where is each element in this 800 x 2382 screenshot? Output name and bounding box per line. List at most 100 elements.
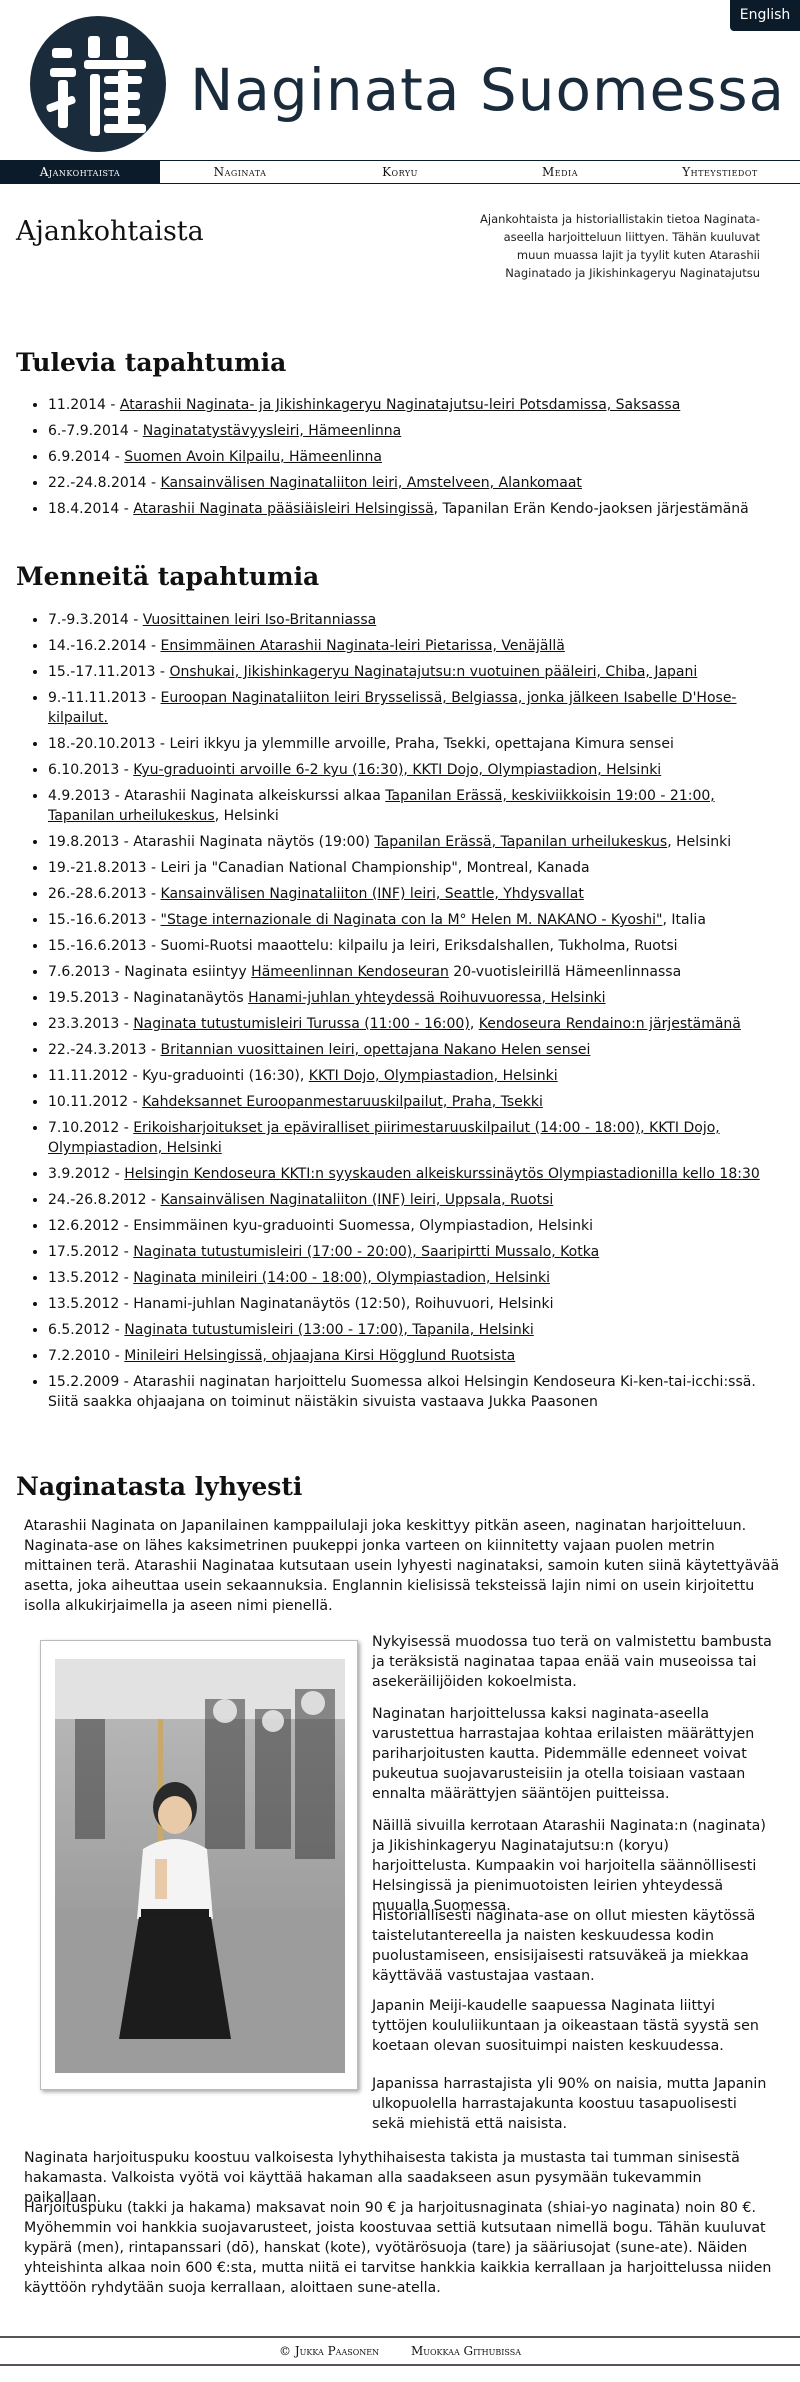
event-link[interactable]: Hanami-juhlan yhteydessä Roihuvuoressa, … — [248, 990, 605, 1006]
event-text: Hanami-juhlan Naginatanäytös (12:50), Ro… — [133, 1296, 554, 1312]
about-paragraph-7: Japanissa harrastajista yli 90% on naisi… — [372, 2076, 767, 2132]
language-button[interactable]: English — [730, 0, 800, 31]
event-link[interactable]: "Stage internazionale di Naginata con la… — [161, 912, 663, 928]
event-date: 12.6.2012 - — [48, 1218, 134, 1234]
event-link-secondary[interactable]: Kendoseura Rendaino:n järjestämänä — [479, 1016, 741, 1032]
event-link[interactable]: Kyu-graduointi arvoille 6-2 kyu (16:30),… — [133, 762, 661, 778]
about-paragraph-5: Historiallisesti naginata-ase on ollut m… — [372, 1908, 756, 1984]
event-date: 6.5.2012 - — [48, 1322, 125, 1338]
event-item: 19.8.2013 - Atarashii Naginata näytös (1… — [48, 832, 778, 852]
event-item: 24.-26.8.2012 - Kansainvälisen Naginatal… — [48, 1190, 778, 1210]
about-heading: Naginatasta lyhyesti — [16, 1472, 303, 1501]
page-title: Ajankohtaista — [16, 216, 204, 247]
event-link[interactable]: Suomen Avoin Kilpailu, Hämeenlinna — [124, 449, 382, 465]
event-text: Atarashii naginatan harjoittelu Suomessa… — [48, 1374, 756, 1410]
event-link[interactable]: Helsingin Kendoseura KKTI:n syyskauden a… — [124, 1166, 759, 1182]
event-date: 13.5.2012 - — [48, 1270, 134, 1286]
event-item: 15.-16.6.2013 - Suomi-Ruotsi maaottelu: … — [48, 936, 778, 956]
event-date: 26.-28.6.2013 - — [48, 886, 161, 902]
nav-item-koryu[interactable]: Koryu — [320, 161, 480, 183]
event-date: 7.-9.3.2014 - — [48, 612, 143, 628]
event-text: Suomi-Ruotsi maaottelu: kilpailu ja leir… — [160, 938, 678, 954]
event-item: 13.5.2012 - Naginata minileiri (14:00 - … — [48, 1268, 778, 1288]
event-date: 13.5.2012 - — [48, 1296, 134, 1312]
event-date: 6.9.2014 - — [48, 449, 125, 465]
event-link[interactable]: Naginatatystävyysleiri, Hämeenlinna — [143, 423, 402, 439]
nav-item-media[interactable]: Media — [480, 161, 640, 183]
nav-item-naginata[interactable]: Naginata — [160, 161, 320, 183]
event-date: 3.9.2012 - — [48, 1166, 125, 1182]
event-link[interactable]: Naginata tutustumisleiri Turussa (11:00 … — [133, 1016, 470, 1032]
event-link[interactable]: Kansainvälisen Naginataliiton (INF) leir… — [161, 886, 584, 902]
nav-item-ajankohtaista[interactable]: Ajankohtaista — [0, 161, 160, 183]
event-text: , Helsinki — [214, 808, 279, 824]
nav-item-yhteystiedot[interactable]: Yhteystiedot — [640, 161, 800, 183]
event-date: 19.-21.8.2013 - — [48, 860, 161, 876]
event-date: 14.-16.2.2014 - — [48, 638, 161, 654]
event-item: 7.2.2010 - Minileiri Helsingissä, ohjaaj… — [48, 1346, 778, 1366]
event-link[interactable]: Kansainvälisen Naginataliiton leiri, Ams… — [161, 475, 582, 491]
naginata-practitioner-photo — [55, 1659, 345, 2073]
about-paragraph-4: Näillä sivuilla kerrotaan Atarashii Nagi… — [372, 1818, 766, 1914]
footer-edit-link[interactable]: Muokkaa Githubissa — [411, 2344, 521, 2358]
naginata-logo-icon[interactable] — [28, 14, 168, 154]
event-link[interactable]: Naginata tutustumisleiri (13:00 - 17:00)… — [124, 1322, 533, 1338]
event-item: 15.-16.6.2013 - "Stage internazionale di… — [48, 910, 778, 930]
event-link[interactable]: Onshukai, Jikishinkageryu Naginatajutsu:… — [169, 664, 697, 680]
event-item: 3.9.2012 - Helsingin Kendoseura KKTI:n s… — [48, 1164, 778, 1184]
event-text: , Italia — [662, 912, 706, 928]
past-events-list: 7.-9.3.2014 - Vuosittainen leiri Iso-Bri… — [18, 610, 778, 1418]
event-item: 14.-16.2.2014 - Ensimmäinen Atarashii Na… — [48, 636, 778, 656]
event-link[interactable]: Atarashii Naginata- ja Jikishinkageryu N… — [120, 397, 680, 413]
event-date: 6.-7.9.2014 - — [48, 423, 143, 439]
event-date: 18.-20.10.2013 - — [48, 736, 170, 752]
event-item: 7.-9.3.2014 - Vuosittainen leiri Iso-Bri… — [48, 610, 778, 630]
event-link[interactable]: KKTI Dojo, Olympiastadion, Helsinki — [309, 1068, 558, 1084]
event-link[interactable]: Erikoisharjoitukset ja epäviralliset pii… — [48, 1120, 720, 1156]
event-item: 11.2014 - Atarashii Naginata- ja Jikishi… — [48, 395, 778, 415]
event-item: 23.3.2013 - Naginata tutustumisleiri Tur… — [48, 1014, 778, 1034]
event-item: 22.-24.8.2014 - Kansainvälisen Naginatal… — [48, 473, 778, 493]
event-date: 18.4.2014 - — [48, 501, 134, 517]
event-link[interactable]: Atarashii Naginata pääsiäisleiri Helsing… — [133, 501, 433, 517]
site-header: English Naginata Suomessa — [0, 0, 800, 160]
event-link[interactable]: Tapanilan Erässä, Tapanilan urheilukesku… — [374, 834, 667, 850]
event-item: 18.4.2014 - Atarashii Naginata pääsiäisl… — [48, 499, 778, 519]
event-link[interactable]: Vuosittainen leiri Iso-Britanniassa — [143, 612, 377, 628]
event-link[interactable]: Hämeenlinnan Kendoseuran — [251, 964, 449, 980]
event-date: 4.9.2013 - Atarashii Naginata alkeiskurs… — [48, 788, 386, 804]
event-date: 22.-24.8.2014 - — [48, 475, 161, 491]
event-date: 10.11.2012 - — [48, 1094, 143, 1110]
page-intro: Ajankohtaista ja historiallistakin tieto… — [480, 212, 760, 280]
event-date: 9.-11.11.2013 - — [48, 690, 161, 706]
event-text: , Helsinki — [667, 834, 732, 850]
event-date: 19.5.2013 - Naginatanäytös — [48, 990, 249, 1006]
event-link[interactable]: Britannian vuosittainen leiri, opettajan… — [161, 1042, 591, 1058]
event-item: 6.5.2012 - Naginata tutustumisleiri (13:… — [48, 1320, 778, 1340]
upcoming-events-list: 11.2014 - Atarashii Naginata- ja Jikishi… — [18, 395, 778, 525]
event-link[interactable]: Minileiri Helsingissä, ohjaajana Kirsi H… — [124, 1348, 515, 1364]
event-item: 19.5.2013 - Naginatanäytös Hanami-juhlan… — [48, 988, 778, 1008]
photo-frame — [40, 1640, 358, 2090]
event-date: 17.5.2012 - — [48, 1244, 134, 1260]
site-title[interactable]: Naginata Suomessa — [190, 56, 785, 124]
past-heading: Menneitä tapahtumia — [16, 562, 320, 591]
about-paragraph-6: Japanin Meiji-kaudelle saapuessa Naginat… — [372, 1998, 759, 2054]
event-link[interactable]: Ensimmäinen Atarashii Naginata-leiri Pie… — [161, 638, 565, 654]
event-date: 7.6.2013 - Naginata esiintyy — [48, 964, 252, 980]
event-date: 11.2014 - — [48, 397, 120, 413]
event-link[interactable]: Naginata minileiri (14:00 - 18:00), Olym… — [133, 1270, 550, 1286]
event-date: 7.2.2010 - — [48, 1348, 125, 1364]
event-link[interactable]: Kansainvälisen Naginataliiton (INF) leir… — [161, 1192, 554, 1208]
event-item: 12.6.2012 - Ensimmäinen kyu-graduointi S… — [48, 1216, 778, 1236]
about-paragraph-2: Nykyisessä muodossa tuo terä on valmiste… — [372, 1634, 772, 1690]
event-link[interactable]: Kahdeksannet Euroopanmestaruuskilpailut,… — [142, 1094, 543, 1110]
event-item: 26.-28.6.2013 - Kansainvälisen Naginatal… — [48, 884, 778, 904]
about-paragraph-3: Naginatan harjoittelussa kaksi naginata-… — [372, 1706, 755, 1802]
event-link[interactable]: Naginata tutustumisleiri (17:00 - 20:00)… — [133, 1244, 599, 1260]
event-item: 6.9.2014 - Suomen Avoin Kilpailu, Hämeen… — [48, 447, 778, 467]
event-item: 7.6.2013 - Naginata esiintyy Hämeenlinna… — [48, 962, 778, 982]
event-text: Leiri ja "Canadian National Championship… — [160, 860, 590, 876]
event-date: 6.10.2013 - — [48, 762, 134, 778]
event-text: 20-vuotisleirillä Hämeenlinnassa — [448, 964, 682, 980]
